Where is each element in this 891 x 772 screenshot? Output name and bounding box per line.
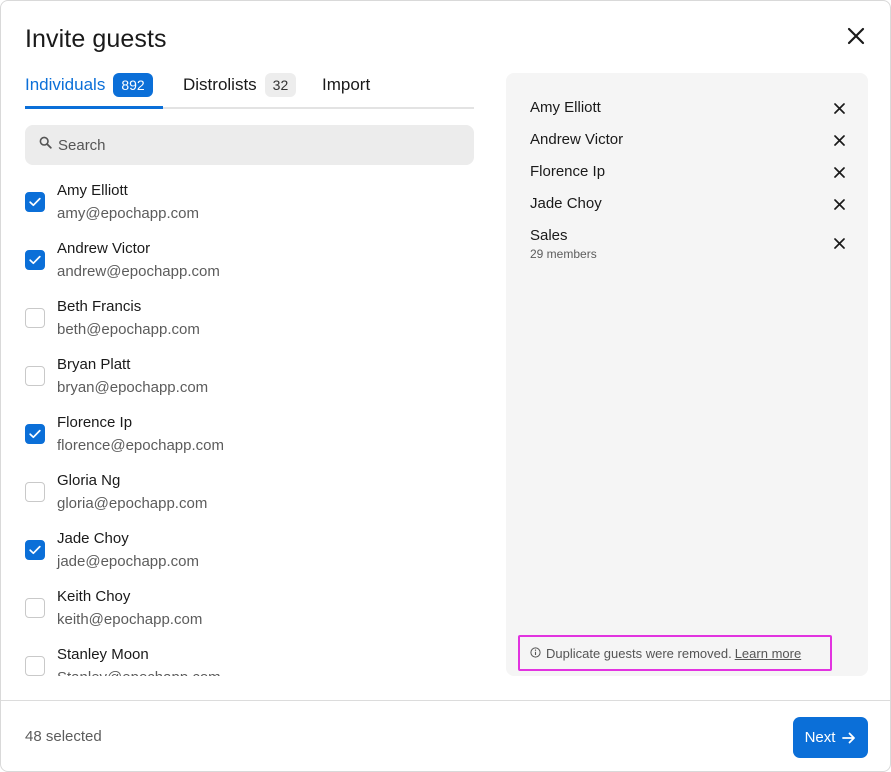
remove-guest-button[interactable] <box>832 197 846 211</box>
tab-bar: Individuals 892 Distrolists 32 Import <box>25 71 474 109</box>
person-name: Amy Elliott <box>57 182 128 199</box>
modal-title: Invite guests <box>25 25 167 53</box>
selected-guest-item: Florence Ip <box>530 163 846 180</box>
close-icon <box>833 198 845 210</box>
checkbox[interactable] <box>25 308 45 328</box>
remove-guest-button[interactable] <box>832 236 846 250</box>
person-name: Bryan Platt <box>57 356 131 373</box>
footer-divider <box>1 700 890 701</box>
checkbox[interactable] <box>25 424 45 444</box>
list-item[interactable]: Keith Choy keith@epochapp.com <box>25 585 474 643</box>
remove-guest-button[interactable] <box>832 165 846 179</box>
tab-distrolists[interactable]: Distrolists 32 <box>183 71 297 109</box>
person-email: bryan@epochapp.com <box>57 379 209 396</box>
search-input[interactable] <box>58 136 438 154</box>
notice-text: Duplicate guests were removed. <box>546 645 732 661</box>
list-item[interactable]: Andrew Victor andrew@epochapp.com <box>25 237 474 295</box>
search-box <box>25 125 474 165</box>
close-icon <box>833 134 845 146</box>
selected-guest-members: 29 members <box>530 247 597 261</box>
selected-guest-name: Jade Choy <box>530 195 602 212</box>
checkbox[interactable] <box>25 192 45 212</box>
tab-label: Import <box>322 75 371 94</box>
tab-label: Individuals <box>25 75 106 94</box>
selected-guest-name: Sales <box>530 227 568 244</box>
check-icon <box>29 429 41 439</box>
selected-guest-name: Florence Ip <box>530 163 606 180</box>
remove-guest-button[interactable] <box>832 133 846 147</box>
person-email: amy@epochapp.com <box>57 205 199 222</box>
check-icon <box>29 545 41 555</box>
close-icon <box>833 237 845 249</box>
info-icon <box>530 646 541 661</box>
close-button[interactable] <box>843 25 869 51</box>
person-email: gloria@epochapp.com <box>57 495 208 512</box>
next-button[interactable]: Next <box>793 717 868 758</box>
count-badge: 892 <box>113 73 153 97</box>
learn-more-link[interactable]: Learn more <box>735 646 801 661</box>
list-item[interactable]: Bryan Platt bryan@epochapp.com <box>25 353 474 411</box>
search-icon <box>39 136 52 154</box>
checkbox[interactable] <box>25 250 45 270</box>
selected-count: 48 selected <box>25 728 102 745</box>
list-item[interactable]: Gloria Ng gloria@epochapp.com <box>25 469 474 527</box>
person-email: keith@epochapp.com <box>57 611 203 628</box>
checkbox[interactable] <box>25 482 45 502</box>
duplicate-notice: Duplicate guests were removed. Learn mor… <box>518 635 832 671</box>
count-badge: 32 <box>264 73 297 97</box>
people-list: Amy Elliott amy@epochapp.com Andrew Victor… <box>25 179 474 676</box>
person-name: Beth Francis <box>57 298 142 315</box>
checkbox[interactable] <box>25 598 45 618</box>
person-email: florence@epochapp.com <box>57 437 224 454</box>
person-name: Stanley Moon <box>57 646 149 663</box>
person-email: andrew@epochapp.com <box>57 263 220 280</box>
close-icon <box>833 166 845 178</box>
remove-guest-button[interactable] <box>832 101 846 115</box>
selected-guests-panel: Sales 29 members Jade Choy Florence Ip Andre… <box>506 73 868 676</box>
person-name: Jade Choy <box>57 530 129 547</box>
person-name: Gloria Ng <box>57 472 121 489</box>
checkbox[interactable] <box>25 540 45 560</box>
selected-guest-item: Sales 29 members <box>530 227 846 261</box>
checkbox[interactable] <box>25 656 45 676</box>
tab-import[interactable]: Import <box>322 71 370 109</box>
arrow-right-icon <box>842 732 856 744</box>
checkbox[interactable] <box>25 366 45 386</box>
selected-guest-item: Amy Elliott <box>530 99 846 116</box>
tab-individuals[interactable]: Individuals 892 <box>25 71 163 109</box>
check-icon <box>29 197 41 207</box>
next-label: Next <box>804 729 836 746</box>
list-item[interactable]: Florence Ip florence@epochapp.com <box>25 411 474 469</box>
person-email: Stanley@epochapp.com <box>57 669 221 676</box>
person-name: Florence Ip <box>57 414 133 431</box>
selected-guest-name: Andrew Victor <box>530 131 624 148</box>
list-item[interactable]: Jade Choy jade@epochapp.com <box>25 527 474 585</box>
close-icon <box>833 102 845 114</box>
person-name: Keith Choy <box>57 588 131 605</box>
selected-guest-item: Jade Choy <box>530 195 846 212</box>
list-item[interactable]: Amy Elliott amy@epochapp.com <box>25 179 474 237</box>
selected-guest-item: Andrew Victor <box>530 131 846 148</box>
person-name: Andrew Victor <box>57 240 151 257</box>
selected-guest-name: Amy Elliott <box>530 99 601 116</box>
close-icon <box>847 27 865 50</box>
list-item[interactable]: Stanley Moon Stanley@epochapp.com <box>25 643 474 676</box>
tab-label: Distrolists <box>183 75 257 94</box>
list-item[interactable]: Beth Francis beth@epochapp.com <box>25 295 474 353</box>
check-icon <box>29 255 41 265</box>
person-email: beth@epochapp.com <box>57 321 200 338</box>
invite-guests-modal: Invite guests Individuals 892 Distrolist… <box>0 0 891 772</box>
person-email: jade@epochapp.com <box>57 553 199 570</box>
